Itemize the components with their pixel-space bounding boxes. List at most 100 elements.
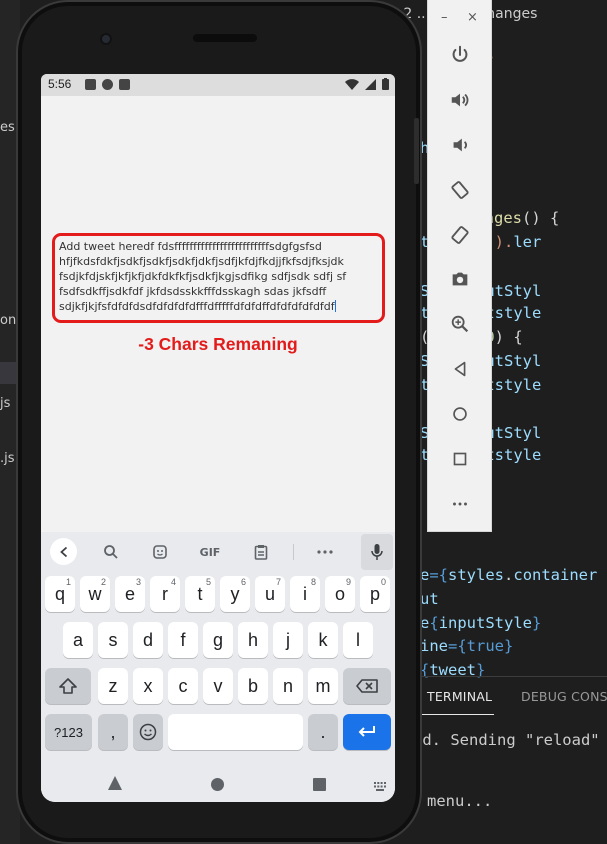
minimize-icon[interactable]: – [441,10,448,25]
key-label: r [162,583,168,604]
emoji-key[interactable] [133,714,163,750]
tab-terminal[interactable]: TERMINAL [427,689,492,704]
key-label: k [318,629,328,650]
zoom-icon[interactable] [447,311,473,337]
more-icon[interactable] [447,491,473,517]
enter-key[interactable] [343,714,391,750]
space-key[interactable] [168,714,303,750]
key-label: z [108,675,118,696]
code-token: styles [448,566,505,584]
key-a[interactable]: a [63,622,93,658]
code-line: e{inputStyle} [420,614,541,632]
volume-up-icon[interactable] [447,87,473,113]
key-h[interactable]: h [238,622,268,658]
key-p[interactable]: p0 [360,576,390,612]
clipboard-icon[interactable] [248,540,274,564]
key-g[interactable]: g [203,622,233,658]
code-token: ine [420,637,448,655]
explorer-fragment[interactable]: js [0,396,10,411]
key-i[interactable]: i8 [290,576,320,612]
key-b[interactable]: b [238,668,268,704]
more-options-icon[interactable] [312,540,338,564]
key-o[interactable]: o9 [325,576,355,612]
key-label: b [247,675,258,696]
text-cursor [334,300,337,312]
key-m[interactable]: m [308,668,338,704]
key-e[interactable]: e3 [115,576,145,612]
code-token: container [513,566,598,584]
key-q[interactable]: q1 [45,576,75,612]
key-label: y [230,583,240,604]
symbols-key[interactable]: ?123 [45,714,92,750]
key-label: n [282,675,293,696]
gif-button[interactable]: GIF [197,540,223,564]
key-hint: 1 [65,577,71,587]
home-icon[interactable] [447,401,473,427]
key-v[interactable]: v [203,668,233,704]
rotate-right-icon[interactable] [447,222,473,248]
key-s[interactable]: s [98,622,128,658]
shift-key[interactable] [45,668,91,704]
tweet-text-line-last: sdjkfjkjfsfdfdfdsdfdfdfdfdfffdfffffdfdfd… [59,299,378,314]
key-hint: 7 [275,577,281,587]
explorer-fragment[interactable]: es [0,120,15,135]
enter-icon [358,726,375,737]
volume-down-icon[interactable] [447,132,473,158]
code-token: true [466,637,504,655]
power-icon[interactable] [447,42,473,68]
key-j[interactable]: j [273,622,303,658]
nav-back-icon[interactable] [107,776,123,790]
navigation-bar [41,768,395,802]
key-c[interactable]: c [168,668,198,704]
key-label: g [212,629,223,650]
emoji-icon [139,723,157,741]
keyboard-collapse-button[interactable] [50,538,77,565]
comma-key[interactable]: , [98,714,128,750]
key-x[interactable]: x [133,668,163,704]
code-line: e={styles.container [420,566,597,584]
back-icon[interactable] [447,356,473,382]
app-container: Add tweet heredf fdsffffffffffffffffffff… [41,96,395,532]
key-u[interactable]: u7 [255,576,285,612]
key-label: t [197,583,203,604]
key-l[interactable]: l [343,622,373,658]
close-icon[interactable]: × [467,10,478,25]
key-f[interactable]: f [168,622,198,658]
key-d[interactable]: d [133,622,163,658]
key-r[interactable]: r4 [150,576,180,612]
key-label: x [143,675,153,696]
key-k[interactable]: k [308,622,338,658]
key-label: v [213,675,223,696]
notification-icon [119,79,130,90]
period-key[interactable]: . [308,714,338,750]
key-w[interactable]: w2 [80,576,110,612]
key-n[interactable]: n [273,668,303,704]
key-label: e [124,583,135,604]
nav-recent-icon[interactable] [313,778,326,791]
key-hint: 0 [380,577,386,587]
key-y[interactable]: y6 [220,576,250,612]
sticker-icon[interactable] [147,540,173,564]
tweet-input[interactable]: Add tweet heredf fdsffffffffffffffffffff… [52,233,385,323]
explorer-fragment[interactable]: .js [0,451,15,466]
key-hint: 6 [240,577,246,587]
search-icon[interactable] [98,540,124,564]
chars-remaining-counter: -3 Chars Remaning [138,334,298,354]
key-label: o [334,583,345,604]
key-z[interactable]: z [98,668,128,704]
key-label: h [247,629,258,650]
shift-icon [59,678,77,694]
overview-icon[interactable] [447,446,473,472]
key-label: l [356,629,360,650]
tab-debug-console[interactable]: DEBUG CONSO [521,689,607,704]
microphone-icon[interactable] [361,534,393,570]
camera-icon[interactable] [447,266,473,292]
code-line: ine={true} [420,637,513,655]
keyboard-switch-icon[interactable] [374,782,386,791]
nav-home-icon[interactable] [211,778,224,791]
key-t[interactable]: t5 [185,576,215,612]
phone-screen: 5:56 Add tweet heredf fdsfffffffffffffff… [41,74,395,802]
rotate-left-icon[interactable] [447,177,473,203]
backspace-key[interactable] [343,668,391,704]
key-label: c [178,675,188,696]
